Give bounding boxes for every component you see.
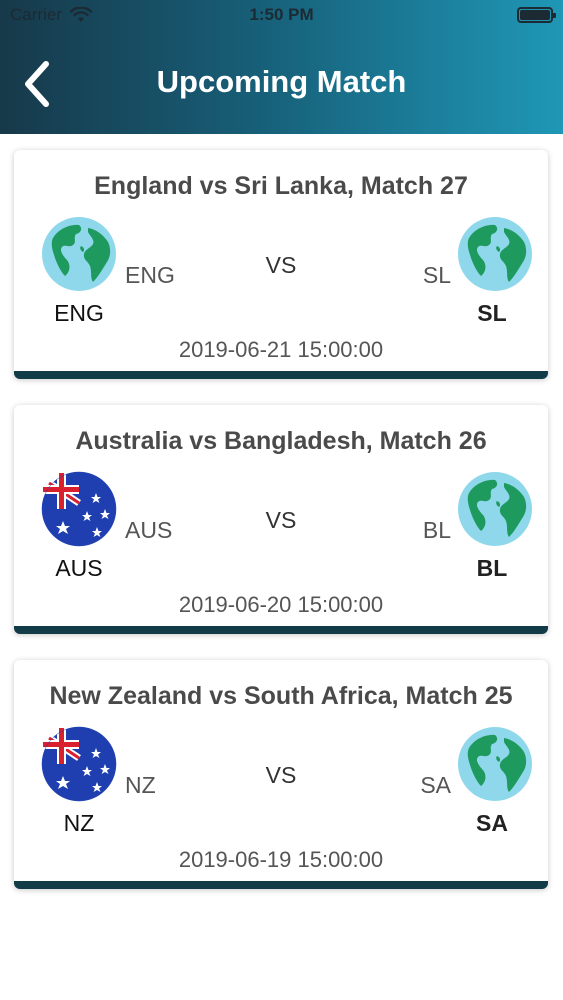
match-datetime: 2019-06-20 15:00:00: [178, 592, 384, 617]
team2-name: BL: [476, 555, 508, 581]
navigation-header: Carrier 1:50 PM Upcoming Match: [0, 0, 563, 134]
match-title: New Zealand vs South Africa, Match 25: [49, 682, 513, 710]
match-card[interactable]: Australia vs Bangladesh, Match 26 AUS VS…: [14, 405, 548, 634]
card-accent-bar: [14, 626, 548, 634]
card-accent-bar: [14, 881, 548, 889]
team2-name: SL: [477, 300, 507, 326]
match-card[interactable]: New Zealand vs South Africa, Match 25 NZ…: [14, 660, 548, 889]
match-datetime: 2019-06-19 15:00:00: [178, 847, 384, 872]
match-title: Australia vs Bangladesh, Match 26: [75, 427, 487, 455]
battery-icon: [517, 7, 556, 23]
match-title: England vs Sri Lanka, Match 27: [94, 172, 468, 200]
status-bar: Carrier 1:50 PM: [0, 0, 563, 30]
team1-name: ENG: [54, 300, 104, 326]
match-datetime: 2019-06-21 15:00:00: [178, 337, 384, 362]
card-accent-bar: [14, 371, 548, 379]
globe-icon: [457, 471, 533, 547]
globe-icon: [457, 726, 533, 802]
match-card[interactable]: England vs Sri Lanka, Match 27 ENG VS SL…: [14, 150, 548, 379]
status-time: 1:50 PM: [249, 5, 314, 24]
team1-name: AUS: [55, 555, 103, 581]
team2-name: SA: [476, 810, 508, 836]
team2-code: SL: [422, 262, 451, 288]
globe-icon: [457, 216, 533, 292]
team2-code: BL: [422, 517, 451, 543]
team1-name: NZ: [63, 810, 95, 836]
page-title: Upcoming Match: [156, 64, 407, 99]
team2-code: SA: [420, 772, 451, 798]
